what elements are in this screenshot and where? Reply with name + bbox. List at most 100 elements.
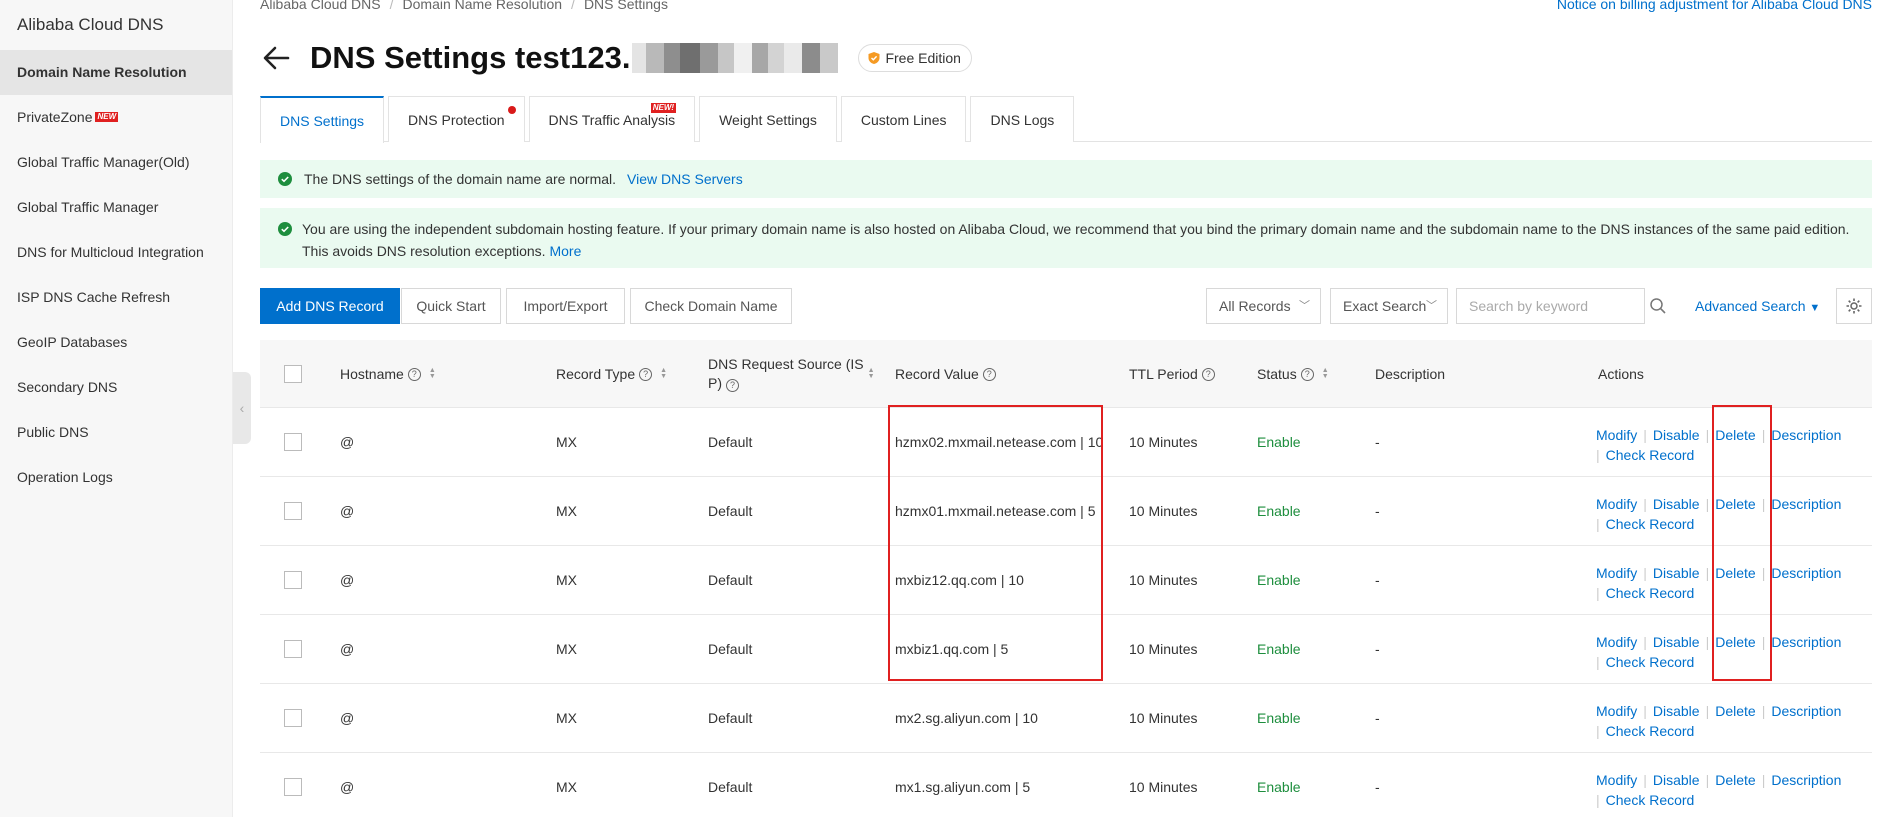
check-record-link[interactable]: Check Record <box>1606 792 1695 808</box>
help-icon[interactable]: ? <box>639 367 653 381</box>
tab-weight-settings[interactable]: Weight Settings <box>699 96 837 142</box>
check-record-link[interactable]: Check Record <box>1606 654 1695 670</box>
sidebar-item-public-dns[interactable]: Public DNS <box>0 410 232 455</box>
more-link[interactable]: More <box>549 243 581 259</box>
row-checkbox[interactable] <box>284 778 302 796</box>
sidebar-item-gtm-old[interactable]: Global Traffic Manager(Old) <box>0 140 232 185</box>
row-select-cell <box>284 546 302 614</box>
disable-link[interactable]: Disable <box>1653 634 1700 650</box>
column-label: Hostname <box>340 366 404 382</box>
table-settings-button[interactable] <box>1836 288 1872 324</box>
breadcrumb-item[interactable]: Alibaba Cloud DNS <box>260 0 381 12</box>
sidebar-item-privatezone[interactable]: PrivateZone NEW <box>0 95 232 140</box>
sidebar-item-label: ISP DNS Cache Refresh <box>17 289 171 305</box>
row-actions: Modify | Disable | Delete | Description | Check … <box>1596 632 1841 672</box>
add-dns-record-button[interactable]: Add DNS Record <box>260 288 400 324</box>
delete-link[interactable]: Delete <box>1715 634 1755 650</box>
action-separator: | <box>1596 585 1600 601</box>
alert-text: The DNS settings of the domain name are … <box>304 171 617 187</box>
edition-badge: Free Edition <box>858 44 972 72</box>
description-link[interactable]: Description <box>1771 703 1841 719</box>
disable-link[interactable]: Disable <box>1653 772 1700 788</box>
modify-link[interactable]: Modify <box>1596 772 1637 788</box>
sidebar-item-multicloud[interactable]: DNS for Multicloud Integration <box>0 230 232 275</box>
row-checkbox[interactable] <box>284 709 302 727</box>
quick-start-button[interactable]: Quick Start <box>401 288 501 324</box>
tab-dns-logs[interactable]: DNS Logs <box>970 96 1075 142</box>
disable-link[interactable]: Disable <box>1653 703 1700 719</box>
delete-link[interactable]: Delete <box>1715 772 1755 788</box>
row-select-cell <box>284 477 302 545</box>
action-separator: | <box>1705 565 1710 581</box>
modify-link[interactable]: Modify <box>1596 496 1637 512</box>
help-icon[interactable]: ? <box>407 367 421 381</box>
sort-icon[interactable]: ▲ ▼ <box>429 367 436 380</box>
search-input[interactable] <box>1456 288 1645 324</box>
row-checkbox[interactable] <box>284 433 302 451</box>
sort-icon[interactable]: ▲ ▼ <box>1322 367 1329 380</box>
row-checkbox[interactable] <box>284 640 302 658</box>
delete-link[interactable]: Delete <box>1715 703 1755 719</box>
sidebar-item-isp-cache-refresh[interactable]: ISP DNS Cache Refresh <box>0 275 232 320</box>
tab-dns-traffic-analysis[interactable]: DNS Traffic Analysis NEW! <box>528 96 696 142</box>
back-arrow-icon[interactable] <box>260 42 292 74</box>
modify-link[interactable]: Modify <box>1596 634 1637 650</box>
tab-custom-lines[interactable]: Custom Lines <box>840 96 967 142</box>
disable-link[interactable]: Disable <box>1653 565 1700 581</box>
request-source-cell: Default <box>708 503 753 519</box>
description-link[interactable]: Description <box>1771 496 1841 512</box>
check-record-link[interactable]: Check Record <box>1606 516 1695 532</box>
sidebar-item-gtm[interactable]: Global Traffic Manager <box>0 185 232 230</box>
sidebar-item-geoip[interactable]: GeoIP Databases <box>0 320 232 365</box>
delete-link[interactable]: Delete <box>1715 427 1755 443</box>
success-check-icon <box>278 222 292 236</box>
delete-link[interactable]: Delete <box>1715 565 1755 581</box>
sort-icon[interactable]: ▲ ▼ <box>868 367 875 380</box>
row-checkbox[interactable] <box>284 502 302 520</box>
advanced-search-label: Advanced Search <box>1695 298 1806 314</box>
search-icon[interactable] <box>1649 297 1667 315</box>
description-cell: - <box>1375 710 1380 726</box>
description-link[interactable]: Description <box>1771 427 1841 443</box>
tab-dns-protection[interactable]: DNS Protection <box>388 96 525 142</box>
status-cell: Enable <box>1257 779 1301 795</box>
help-icon[interactable]: ? <box>982 367 996 381</box>
breadcrumb-item[interactable]: Domain Name Resolution <box>403 0 563 12</box>
import-export-button[interactable]: Import/Export <box>506 288 625 324</box>
search-mode-select[interactable]: Exact Search ﹀ <box>1330 288 1448 324</box>
sidebar-item-secondary-dns[interactable]: Secondary DNS <box>0 365 232 410</box>
action-separator: | <box>1596 447 1600 463</box>
sidebar-item-domain-name-resolution[interactable]: Domain Name Resolution <box>0 50 232 95</box>
select-all-checkbox[interactable] <box>284 365 302 383</box>
check-record-link[interactable]: Check Record <box>1606 447 1695 463</box>
modify-link[interactable]: Modify <box>1596 703 1637 719</box>
description-link[interactable]: Description <box>1771 772 1841 788</box>
records-filter-select[interactable]: All Records ﹀ <box>1206 288 1321 324</box>
billing-notice-link[interactable]: Notice on billing adjustment for Alibaba… <box>1557 0 1872 12</box>
description-link[interactable]: Description <box>1771 565 1841 581</box>
dns-normal-alert: The DNS settings of the domain name are … <box>260 160 1872 198</box>
disable-link[interactable]: Disable <box>1653 496 1700 512</box>
sidebar-item-operation-logs[interactable]: Operation Logs <box>0 455 232 500</box>
table-row: @ MX Default hzmx01.mxmail.netease.com | 5 1… <box>260 477 1872 546</box>
sidebar-collapse-handle[interactable]: ‹ <box>233 372 251 444</box>
check-record-link[interactable]: Check Record <box>1606 585 1695 601</box>
sort-icon[interactable]: ▲ ▼ <box>660 367 667 380</box>
delete-link[interactable]: Delete <box>1715 496 1755 512</box>
modify-link[interactable]: Modify <box>1596 565 1637 581</box>
tab-dns-settings[interactable]: DNS Settings <box>260 96 385 143</box>
check-domain-name-button[interactable]: Check Domain Name <box>630 288 792 324</box>
advanced-search-toggle[interactable]: Advanced Search ▼ <box>1695 288 1820 324</box>
help-icon[interactable]: ? <box>1201 367 1215 381</box>
help-icon[interactable]: ? <box>726 379 739 392</box>
help-icon[interactable]: ? <box>1300 367 1314 381</box>
column-hostname: Hostname? ▲ ▼ <box>340 340 436 408</box>
record-type-cell: MX <box>556 434 577 450</box>
check-record-link[interactable]: Check Record <box>1606 723 1695 739</box>
description-link[interactable]: Description <box>1771 634 1841 650</box>
record-type-cell: MX <box>556 572 577 588</box>
modify-link[interactable]: Modify <box>1596 427 1637 443</box>
disable-link[interactable]: Disable <box>1653 427 1700 443</box>
view-dns-servers-link[interactable]: View DNS Servers <box>627 171 743 187</box>
row-checkbox[interactable] <box>284 571 302 589</box>
